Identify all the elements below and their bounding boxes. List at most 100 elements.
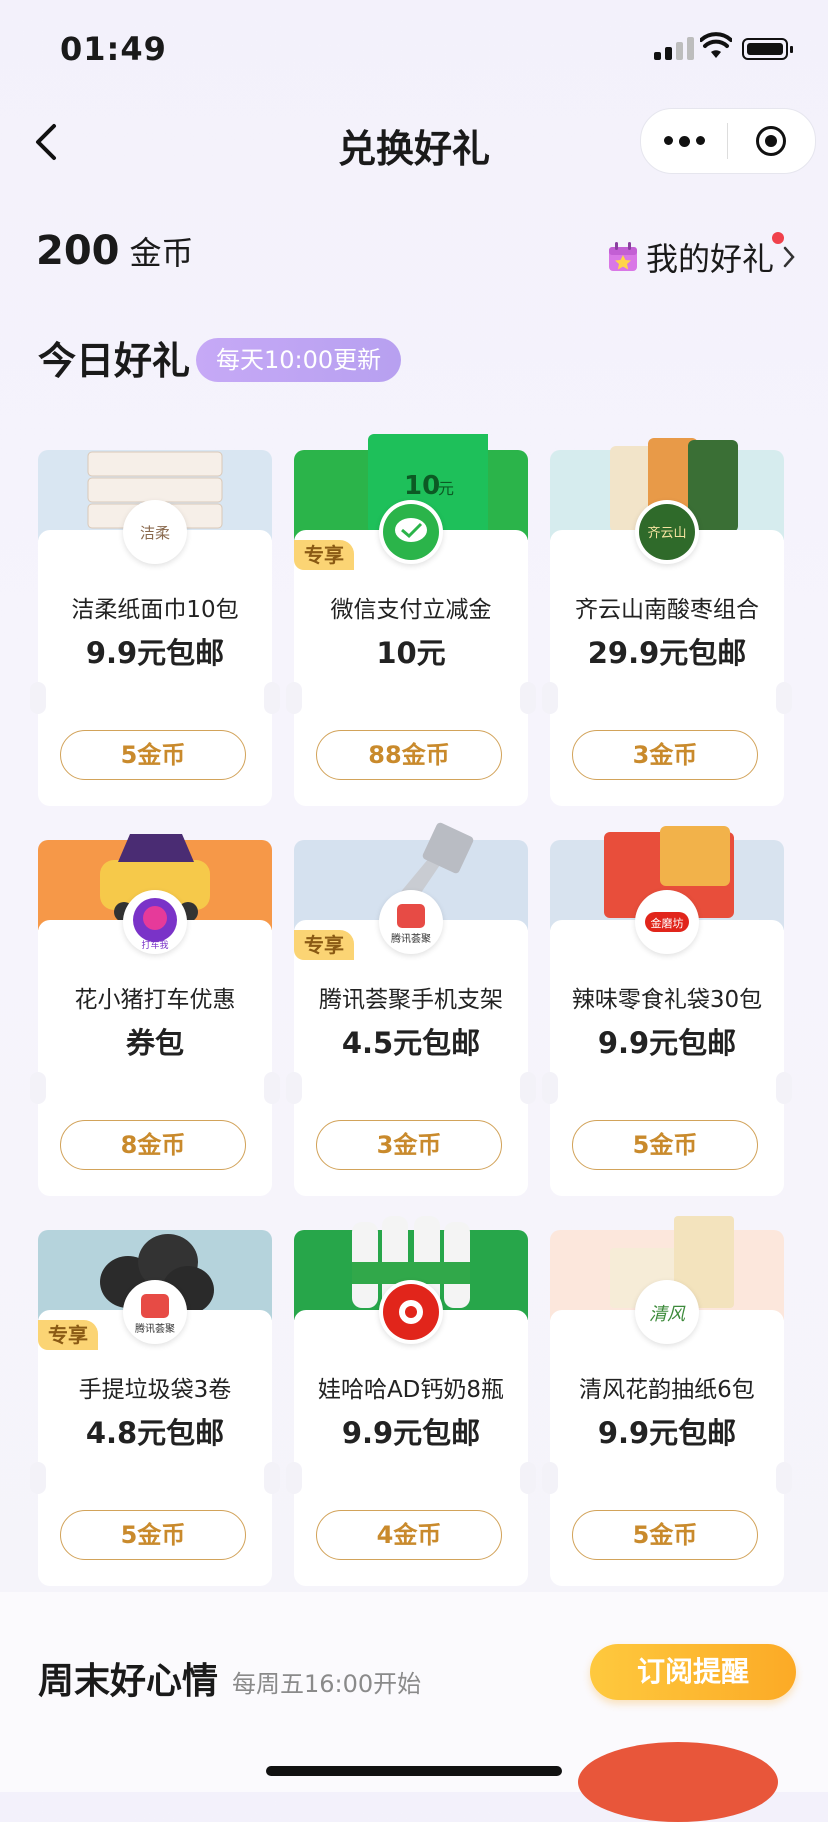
product-card-tissue[interactable]: 洁柔洁柔纸面巾10包 9.9元包邮 5金币 xyxy=(30,450,280,806)
product-card-jujube-snack[interactable]: 齐云山齐云山南酸枣组合 29.9元包邮 3金币 xyxy=(542,438,792,806)
svg-text:打车我: 打车我 xyxy=(141,939,168,951)
product-name: 腾讯荟聚手机支架 xyxy=(319,987,503,1013)
product-price: 4.8元包邮 xyxy=(85,1416,225,1450)
brand-logo: 打车我 xyxy=(123,890,187,954)
section-subtitle-weekend: 每周五16:00开始 xyxy=(232,1670,422,1698)
battery-icon xyxy=(742,38,793,60)
exclusive-tag: 专享 xyxy=(294,540,354,570)
close-miniprogram-button[interactable] xyxy=(728,126,814,156)
product-name: 手提垃圾袋3卷 xyxy=(78,1377,232,1403)
weekend-product-image xyxy=(578,1742,778,1822)
product-price: 29.9元包邮 xyxy=(587,636,747,670)
product-price: 10元 xyxy=(376,636,446,670)
svg-text:清风: 清风 xyxy=(649,1304,686,1325)
ticket-notch xyxy=(776,682,792,714)
my-gifts-link[interactable]: 我的好礼 xyxy=(608,234,796,280)
product-card-ad-milk[interactable]: 娃哈哈AD钙奶8瓶 9.9元包邮 4金币 xyxy=(286,1216,536,1586)
section-title-weekend: 周末好心情 xyxy=(38,1661,219,1702)
ticket-notch xyxy=(776,1462,792,1494)
svg-text:腾讯荟聚: 腾讯荟聚 xyxy=(391,932,431,945)
ticket-notch xyxy=(286,1072,302,1104)
product-price: 9.9元包邮 xyxy=(85,636,225,670)
redeem-button[interactable]: 5金币 xyxy=(572,1510,758,1560)
gift-box-icon xyxy=(609,242,637,271)
svg-text:10: 10 xyxy=(404,471,440,501)
redeem-button[interactable]: 8金币 xyxy=(60,1120,246,1170)
product-card-phone-stand[interactable]: 腾讯荟聚 专享腾讯荟聚手机支架 4.5元包邮 3金币 xyxy=(286,822,536,1196)
product-name: 齐云山南酸枣组合 xyxy=(575,597,759,623)
more-dot-icon xyxy=(695,135,705,145)
product-price: 券包 xyxy=(125,1026,184,1060)
ticket-notch xyxy=(264,1462,280,1494)
coin-count: 200 xyxy=(36,228,120,274)
ticket-notch xyxy=(30,1462,46,1494)
product-price: 9.9元包邮 xyxy=(597,1416,737,1450)
brand-logo: 清风 xyxy=(635,1280,699,1344)
svg-text:洁柔: 洁柔 xyxy=(140,524,170,542)
product-price: 9.9元包邮 xyxy=(597,1026,737,1060)
product-name: 清风花韵抽纸6包 xyxy=(579,1377,755,1403)
ticket-notch xyxy=(520,682,536,714)
target-icon xyxy=(756,126,786,156)
section-title-today: 今日好礼 xyxy=(38,339,191,383)
brand-logo: 洁柔 xyxy=(123,500,187,564)
ticket-notch xyxy=(30,682,46,714)
ticket-notch xyxy=(264,1072,280,1104)
more-menu-button[interactable] xyxy=(641,135,727,147)
svg-text:齐云山: 齐云山 xyxy=(647,525,686,541)
product-name: 微信支付立减金 xyxy=(330,597,492,623)
exclusive-tag: 专享 xyxy=(294,930,354,960)
ticket-notch xyxy=(542,1072,558,1104)
coin-balance: 200 金币 xyxy=(36,228,194,274)
product-name: 花小猪打车优惠 xyxy=(74,987,236,1013)
exclusive-tag: 专享 xyxy=(38,1320,98,1350)
brand-logo xyxy=(379,500,443,564)
my-gifts-label: 我的好礼 xyxy=(646,240,775,278)
svg-text:元: 元 xyxy=(438,479,454,498)
ticket-notch xyxy=(520,1462,536,1494)
brand-logo: 金磨坊 xyxy=(635,890,699,954)
ticket-notch xyxy=(776,1072,792,1104)
ticket-notch xyxy=(30,1072,46,1104)
more-dot-icon xyxy=(663,135,673,145)
product-price: 4.5元包邮 xyxy=(341,1026,481,1060)
miniprogram-capsule xyxy=(640,108,816,174)
product-card-wechat-voucher[interactable]: 10 元专享 微信支付立减金 10元 88金币 xyxy=(286,434,536,806)
redeem-button[interactable]: 5金币 xyxy=(572,1120,758,1170)
product-card-ride-coupon[interactable]: 打车我花小猪打车优惠券包 8金币 xyxy=(30,834,280,1196)
redeem-button[interactable]: 88金币 xyxy=(316,730,502,780)
ticket-notch xyxy=(286,682,302,714)
coin-unit: 金币 xyxy=(129,234,194,272)
redeem-button[interactable]: 4金币 xyxy=(316,1510,502,1560)
subscribe-reminder-button[interactable]: 订阅提醒 xyxy=(590,1644,796,1700)
brand-logo: 腾讯荟聚 xyxy=(123,1280,187,1344)
product-card-trash-bags[interactable]: 腾讯荟聚 专享手提垃圾袋3卷 4.8元包邮 5金币 xyxy=(30,1230,280,1586)
brand-logo xyxy=(379,1280,443,1344)
redeem-button[interactable]: 3金币 xyxy=(572,730,758,780)
svg-text:金磨坊: 金磨坊 xyxy=(651,916,684,930)
notification-dot xyxy=(772,232,784,244)
svg-text:腾讯荟聚: 腾讯荟聚 xyxy=(135,1322,175,1335)
product-card-spicy-snacks[interactable]: 金磨坊辣味零食礼袋30包 9.9元包邮 5金币 xyxy=(542,826,792,1196)
chevron-right-icon xyxy=(783,246,795,268)
more-dot-icon xyxy=(678,135,690,147)
ticket-notch xyxy=(542,682,558,714)
product-card-tissue-box[interactable]: 清风清风花韵抽纸6包 9.9元包邮 5金币 xyxy=(542,1216,792,1586)
update-time-badge: 每天10:00更新 xyxy=(196,338,402,382)
brand-logo: 腾讯荟聚 xyxy=(379,890,443,954)
product-name: 娃哈哈AD钙奶8瓶 xyxy=(317,1377,505,1403)
ticket-notch xyxy=(264,682,280,714)
redeem-button[interactable]: 5金币 xyxy=(60,1510,246,1560)
ticket-notch xyxy=(286,1462,302,1494)
product-name: 洁柔纸面巾10包 xyxy=(71,597,239,623)
status-time: 01:49 xyxy=(60,30,167,68)
product-name: 辣味零食礼袋30包 xyxy=(571,987,763,1013)
home-indicator[interactable] xyxy=(266,1766,562,1776)
redeem-button[interactable]: 3金币 xyxy=(316,1120,502,1170)
ticket-notch xyxy=(542,1462,558,1494)
redeem-button[interactable]: 5金币 xyxy=(60,730,246,780)
ticket-notch xyxy=(520,1072,536,1104)
product-price: 9.9元包邮 xyxy=(341,1416,481,1450)
cellular-signal-icon xyxy=(654,36,694,60)
wifi-icon xyxy=(700,32,732,58)
